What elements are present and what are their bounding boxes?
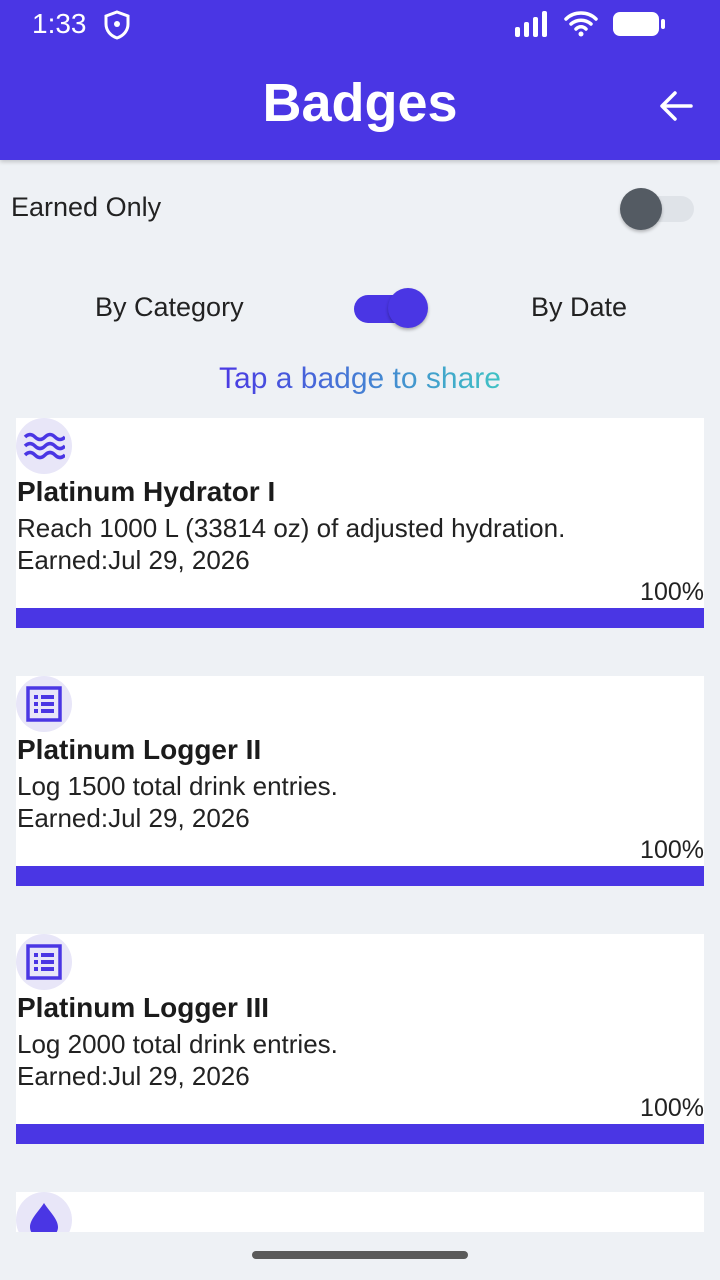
app-bar: 1:33 Badges <box>0 0 720 160</box>
badge-description: Log 2000 total drink entries. <box>17 1029 338 1059</box>
badge-title: Platinum Logger III <box>17 992 270 1023</box>
badge-progress-bar <box>16 1124 704 1144</box>
badge-description: Log 1500 total drink entries. <box>17 771 338 801</box>
badge-progress-bar <box>16 866 704 886</box>
signal-icon <box>514 11 550 42</box>
badge-percent: 100% <box>640 578 704 606</box>
back-button[interactable] <box>652 82 700 130</box>
badge-percent: 100% <box>640 836 704 864</box>
sort-by-category-label: By Category <box>95 292 244 322</box>
waves-icon <box>23 432 65 460</box>
battery-icon <box>612 10 666 43</box>
earned-only-toggle[interactable] <box>620 188 698 230</box>
badge-earned-date: Earned:Jul 29, 2026 <box>17 545 250 575</box>
badge-title: Platinum Hydrator I <box>17 476 276 507</box>
home-gesture-handle[interactable] <box>252 1251 468 1259</box>
toggle-thumb <box>620 188 662 230</box>
badge-progress-bar <box>16 608 704 628</box>
badge-card[interactable] <box>16 1192 704 1232</box>
drop-icon <box>30 1203 58 1232</box>
badge-card[interactable]: Platinum Logger III Log 2000 total drink… <box>16 934 704 1144</box>
badge-earned-date: Earned:Jul 29, 2026 <box>17 1061 250 1091</box>
toggle-thumb <box>388 288 428 328</box>
page-title: Badges <box>262 73 458 133</box>
progress-fill <box>16 1124 704 1144</box>
arrow-back-icon <box>660 91 693 121</box>
badge-earned-date: Earned:Jul 29, 2026 <box>17 803 250 833</box>
shield-icon <box>104 10 130 45</box>
badge-title: Platinum Logger II <box>17 734 262 765</box>
sort-mode-toggle[interactable] <box>352 288 430 330</box>
progress-fill <box>16 866 704 886</box>
badge-percent: 100% <box>640 1094 704 1122</box>
badge-icon-circle <box>16 1192 72 1232</box>
share-hint: Tap a badge to share <box>0 362 720 396</box>
badge-card[interactable]: Platinum Hydrator I Reach 1000 L (33814 … <box>16 418 704 628</box>
progress-fill <box>16 608 704 628</box>
badge-icon-circle <box>16 934 72 990</box>
earned-only-label: Earned Only <box>11 192 162 222</box>
badge-icon-circle <box>16 418 72 474</box>
wifi-icon <box>564 11 598 42</box>
status-time: 1:33 <box>32 8 87 39</box>
badge-description: Reach 1000 L (33814 oz) of adjusted hydr… <box>17 513 566 543</box>
badge-icon-circle <box>16 676 72 732</box>
list-icon <box>26 944 62 980</box>
list-icon <box>26 686 62 722</box>
badge-card[interactable]: Platinum Logger II Log 1500 total drink … <box>16 676 704 886</box>
status-icons <box>514 10 666 43</box>
sort-by-date-label: By Date <box>531 292 628 322</box>
